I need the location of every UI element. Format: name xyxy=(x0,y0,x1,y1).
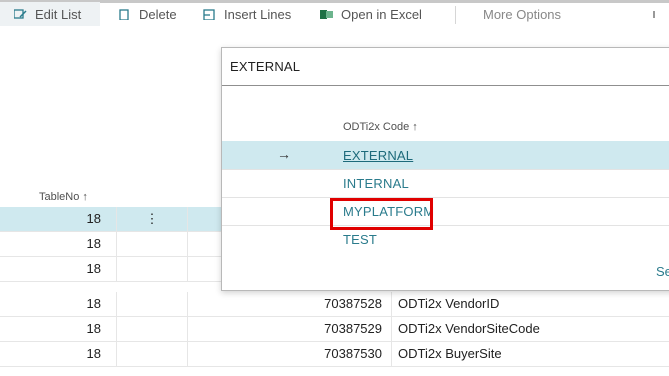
select-more-link[interactable]: Sele xyxy=(656,264,669,279)
more-options-label: More Options xyxy=(483,6,562,22)
lookup-input-value: EXTERNAL xyxy=(230,59,301,74)
table-row[interactable]: 18 70387528 ODTi2x VendorID xyxy=(0,292,669,317)
field-no-cell[interactable]: 70387529 xyxy=(187,317,392,341)
table-no-cell[interactable]: 18 xyxy=(0,342,117,366)
field-name-cell[interactable]: ODTi2x BuyerSite xyxy=(392,342,669,366)
lookup-option-label[interactable]: TEST xyxy=(343,232,377,247)
small-bar-icon xyxy=(653,11,655,18)
row-menu-cell[interactable] xyxy=(117,257,188,281)
table-no-cell[interactable]: 18 xyxy=(0,292,117,316)
lookup-dropdown: EXTERNAL ODTi2x Code ↑ → EXTERNAL INTERN… xyxy=(221,47,669,291)
lookup-input[interactable]: EXTERNAL xyxy=(222,48,669,86)
filter-pane-icon[interactable] xyxy=(652,2,656,26)
lookup-option-external[interactable]: → EXTERNAL xyxy=(222,141,669,170)
edit-list-label: Edit List xyxy=(35,6,82,22)
table-no-cell[interactable]: 18 xyxy=(0,257,117,281)
table-row[interactable]: 18 70387529 ODTi2x VendorSiteCode xyxy=(0,317,669,342)
table-row[interactable]: 18 70387530 ODTi2x BuyerSite xyxy=(0,342,669,367)
table-no-cell[interactable]: 18 xyxy=(0,232,117,256)
table-no-cell[interactable]: 18 xyxy=(0,317,117,341)
edit-list-button[interactable]: Edit List xyxy=(0,2,100,26)
row-menu-icon[interactable]: ⋮ xyxy=(117,207,188,231)
delete-icon xyxy=(119,8,129,20)
lookup-column-header[interactable]: ODTi2x Code ↑ xyxy=(343,121,418,133)
insert-lines-icon xyxy=(203,8,215,20)
field-no-cell[interactable]: 70387528 xyxy=(187,292,392,316)
field-no-cell[interactable]: 70387530 xyxy=(187,342,392,366)
action-bar: Edit List Delete Insert Lines Open in Ex… xyxy=(0,0,669,35)
insert-lines-button[interactable]: Insert Lines xyxy=(203,2,291,26)
delete-button[interactable]: Delete xyxy=(118,2,177,26)
lookup-option-internal[interactable]: INTERNAL xyxy=(222,169,669,198)
more-options-button[interactable]: More Options xyxy=(483,2,561,26)
field-name-cell[interactable]: ODTi2x VendorID xyxy=(392,292,669,316)
row-menu-cell[interactable] xyxy=(117,342,188,366)
excel-icon xyxy=(320,9,333,19)
highlight-box xyxy=(330,198,433,230)
open-in-excel-label: Open in Excel xyxy=(341,6,422,22)
selected-arrow-icon: → xyxy=(277,146,291,162)
row-menu-cell[interactable] xyxy=(117,292,188,316)
open-in-excel-button[interactable]: Open in Excel xyxy=(320,2,422,26)
table-no-cell[interactable]: 18 xyxy=(0,207,117,231)
lookup-option-label[interactable]: EXTERNAL xyxy=(343,148,413,163)
row-menu-cell[interactable] xyxy=(117,317,188,341)
lookup-option-myplatform[interactable]: MYPLATFORM xyxy=(222,197,669,226)
field-name-cell[interactable]: ODTi2x VendorSiteCode xyxy=(392,317,669,341)
row-menu-cell[interactable] xyxy=(117,232,188,256)
toolbar-divider xyxy=(455,6,456,24)
insert-lines-label: Insert Lines xyxy=(224,6,292,22)
edit-list-icon xyxy=(14,8,27,19)
column-header-tableno[interactable]: TableNo ↑ xyxy=(39,191,88,203)
lookup-option-label[interactable]: INTERNAL xyxy=(343,176,409,191)
lookup-option-test[interactable]: TEST xyxy=(222,225,669,253)
delete-label: Delete xyxy=(139,6,177,22)
